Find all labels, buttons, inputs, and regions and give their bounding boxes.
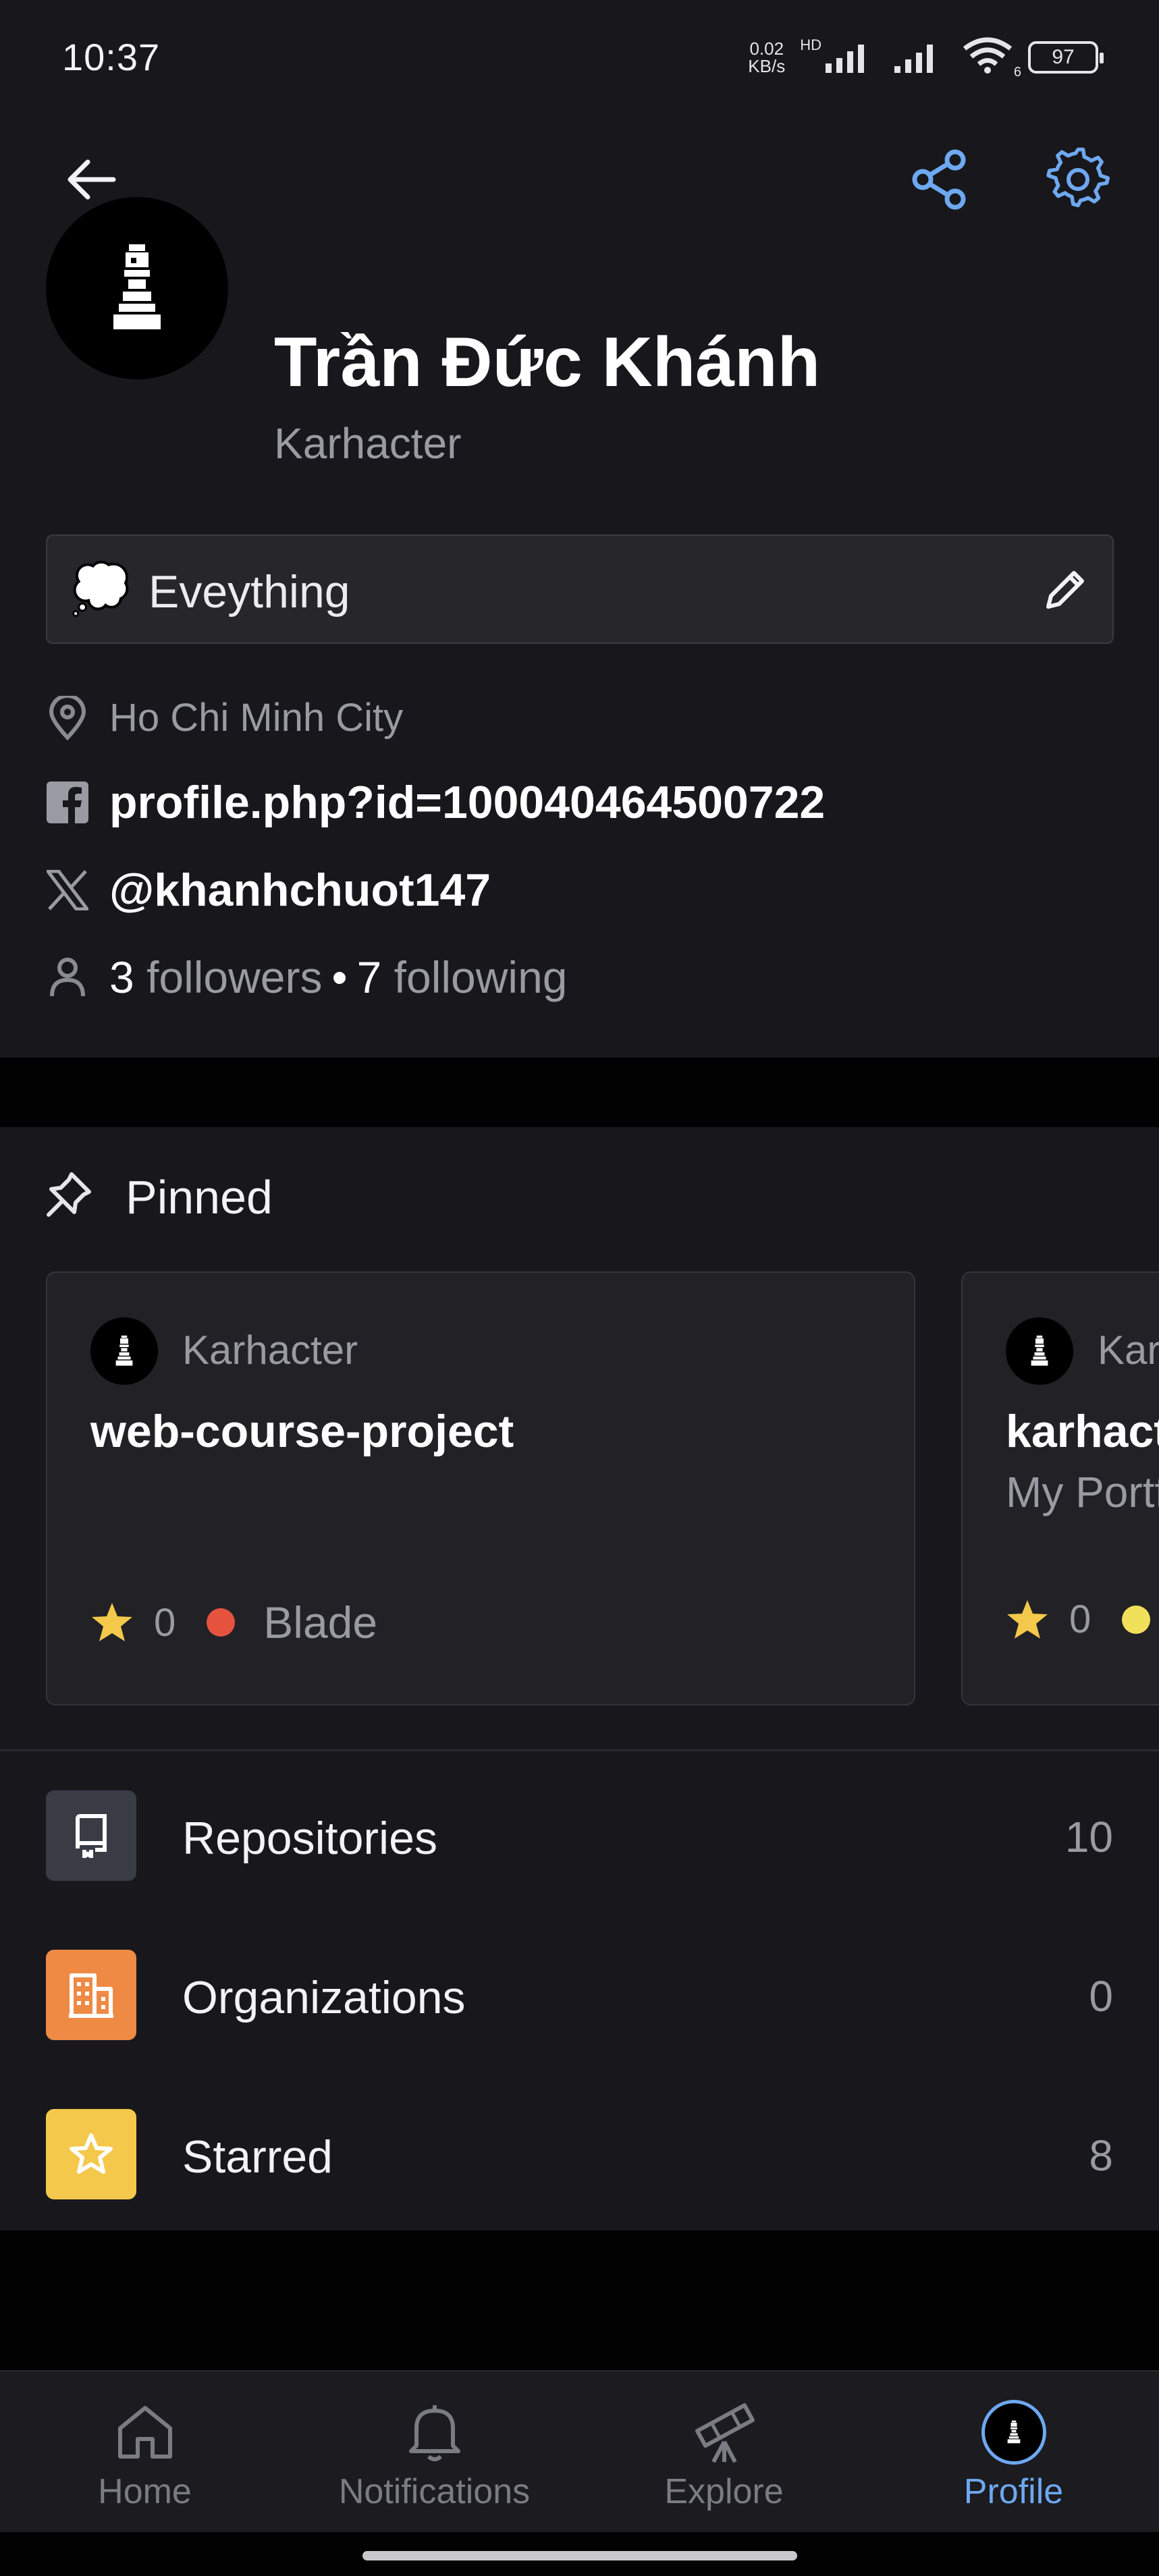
list-item-starred[interactable]: Starred 8 <box>0 2085 1159 2220</box>
list-item-repositories[interactable]: Repositories 10 <box>0 1766 1159 1901</box>
arrow-left-icon <box>68 159 116 200</box>
net-speed: 0.02 KB/s <box>748 40 785 75</box>
list-label: Organizations <box>182 1972 466 2023</box>
user-status[interactable]: 💭 Eveything <box>46 535 1114 644</box>
person-icon <box>50 958 85 997</box>
wifi-indicator: 6 <box>962 36 1021 80</box>
nav-profile[interactable]: Profile <box>869 2372 1158 2533</box>
card-repo-name: web-course-project <box>90 1406 514 1457</box>
nav-home[interactable]: Home <box>0 2372 290 2533</box>
battery-indicator: 97 <box>1028 40 1104 74</box>
card-footer: 0 <box>1006 1597 1159 1642</box>
followers-separator: • <box>331 952 348 1002</box>
location-row: Ho Chi Minh City <box>46 695 403 740</box>
status-icons: 0.02 KB/s HD 6 97 <box>748 36 1104 80</box>
settings-button[interactable] <box>1037 139 1118 220</box>
location-pin-icon <box>49 695 86 740</box>
net-speed-unit: KB/s <box>748 55 786 76</box>
language-dot <box>1122 1605 1151 1634</box>
followers-label: followers <box>146 952 323 1002</box>
organization-icon-tile <box>46 1950 136 2040</box>
status-emoji: 💭 <box>70 560 131 617</box>
twitter-handle[interactable]: @khanhchuot147 <box>109 864 491 916</box>
following-link[interactable]: 7 following <box>357 952 568 1003</box>
star-icon <box>1007 1599 1048 1639</box>
followers-link[interactable]: 3 followers <box>109 952 323 1003</box>
star-outline-icon <box>70 2133 113 2174</box>
chess-rook-icon <box>115 1336 133 1366</box>
pinned-title: Pinned <box>126 1171 273 1224</box>
pin-icon <box>47 1172 91 1217</box>
card-owner-avatar <box>1006 1317 1073 1385</box>
telescope-icon <box>695 2403 755 2463</box>
card-repo-name: karhacter <box>1006 1406 1159 1457</box>
status-text: Eveything <box>149 566 350 618</box>
profile-login: Karhacter <box>274 419 462 468</box>
share-button[interactable] <box>899 139 980 220</box>
twitter-row[interactable]: @khanhchuot147 <box>46 864 491 916</box>
language-dot <box>207 1608 236 1637</box>
wifi-icon <box>963 37 1013 74</box>
profile-name: Trần Đức Khánh <box>274 323 821 402</box>
facebook-link[interactable]: profile.php?id=100040464500722 <box>109 776 825 829</box>
facebook-row[interactable]: profile.php?id=100040464500722 <box>46 776 825 829</box>
card-owner: Karhacter <box>1098 1327 1159 1373</box>
list-count: 0 <box>1089 1972 1113 2021</box>
nav-label: Home <box>98 2472 192 2511</box>
nav-label: Explore <box>664 2472 784 2511</box>
signal-icon <box>826 44 864 73</box>
pencil-icon <box>1046 571 1084 609</box>
x-twitter-icon <box>47 870 88 910</box>
pinned-card[interactable]: Karhacter karhacter My Portfolio 0 <box>961 1271 1159 1705</box>
status-time: 10:37 <box>62 36 161 78</box>
pinned-card[interactable]: Karhacter web-course-project 0 Blade <box>46 1271 915 1705</box>
star-icon <box>92 1603 132 1641</box>
list-label: Starred <box>182 2131 333 2183</box>
bell-icon <box>408 2405 460 2461</box>
following-count: 7 <box>356 952 382 1002</box>
card-stars: 0 <box>1069 1597 1091 1641</box>
battery-level: 97 <box>1052 45 1075 68</box>
list-count: 8 <box>1089 2131 1113 2180</box>
repo-icon-tile <box>46 1790 136 1881</box>
avatar-icon <box>981 2400 1046 2465</box>
followers-count: 3 <box>109 952 134 1002</box>
list-label: Repositories <box>182 1813 437 1864</box>
chess-rook-icon <box>113 244 161 329</box>
facebook-icon <box>47 782 88 823</box>
net-speed-value: 0.02 <box>749 38 784 59</box>
list-item-organizations[interactable]: Organizations 0 <box>0 1925 1159 2060</box>
bottom-navigation: Home Notifications Explore Profile <box>0 2370 1159 2532</box>
nav-explore[interactable]: Explore <box>579 2372 869 2533</box>
edit-status-button[interactable] <box>1038 563 1092 617</box>
card-description: My Portfolio <box>1006 1468 1159 1516</box>
nav-label: Profile <box>963 2472 1064 2511</box>
repo-icon <box>76 1814 107 1858</box>
organization-icon <box>69 1973 113 2018</box>
card-stars: 0 <box>154 1600 176 1645</box>
share-icon <box>912 149 966 210</box>
following-label: following <box>394 952 568 1002</box>
home-indicator[interactable] <box>362 2551 797 2560</box>
card-footer: 0 Blade <box>90 1597 377 1648</box>
chess-rook-icon <box>1031 1336 1048 1366</box>
home-icon <box>117 2406 172 2459</box>
status-bar: 10:37 0.02 KB/s HD 6 97 <box>0 0 1159 108</box>
location-text: Ho Chi Minh City <box>109 696 404 740</box>
wifi-badge: 6 <box>1013 65 1021 80</box>
section-divider <box>0 1058 1159 1127</box>
list-count: 10 <box>1064 1813 1113 1861</box>
signal-icon-2 <box>894 44 933 73</box>
network-type-label: HD <box>800 36 821 53</box>
card-language: Blade <box>263 1597 378 1647</box>
nav-label: Notifications <box>338 2472 531 2511</box>
star-icon-tile <box>46 2109 136 2199</box>
gear-icon <box>1046 147 1110 208</box>
card-owner-avatar <box>90 1317 158 1385</box>
followers-row: 3 followers • 7 following <box>46 952 568 1003</box>
profile-avatar[interactable] <box>46 197 228 379</box>
chess-rook-icon <box>1007 2420 1020 2444</box>
card-owner: Karhacter <box>182 1327 358 1373</box>
nav-notifications[interactable]: Notifications <box>290 2372 579 2533</box>
